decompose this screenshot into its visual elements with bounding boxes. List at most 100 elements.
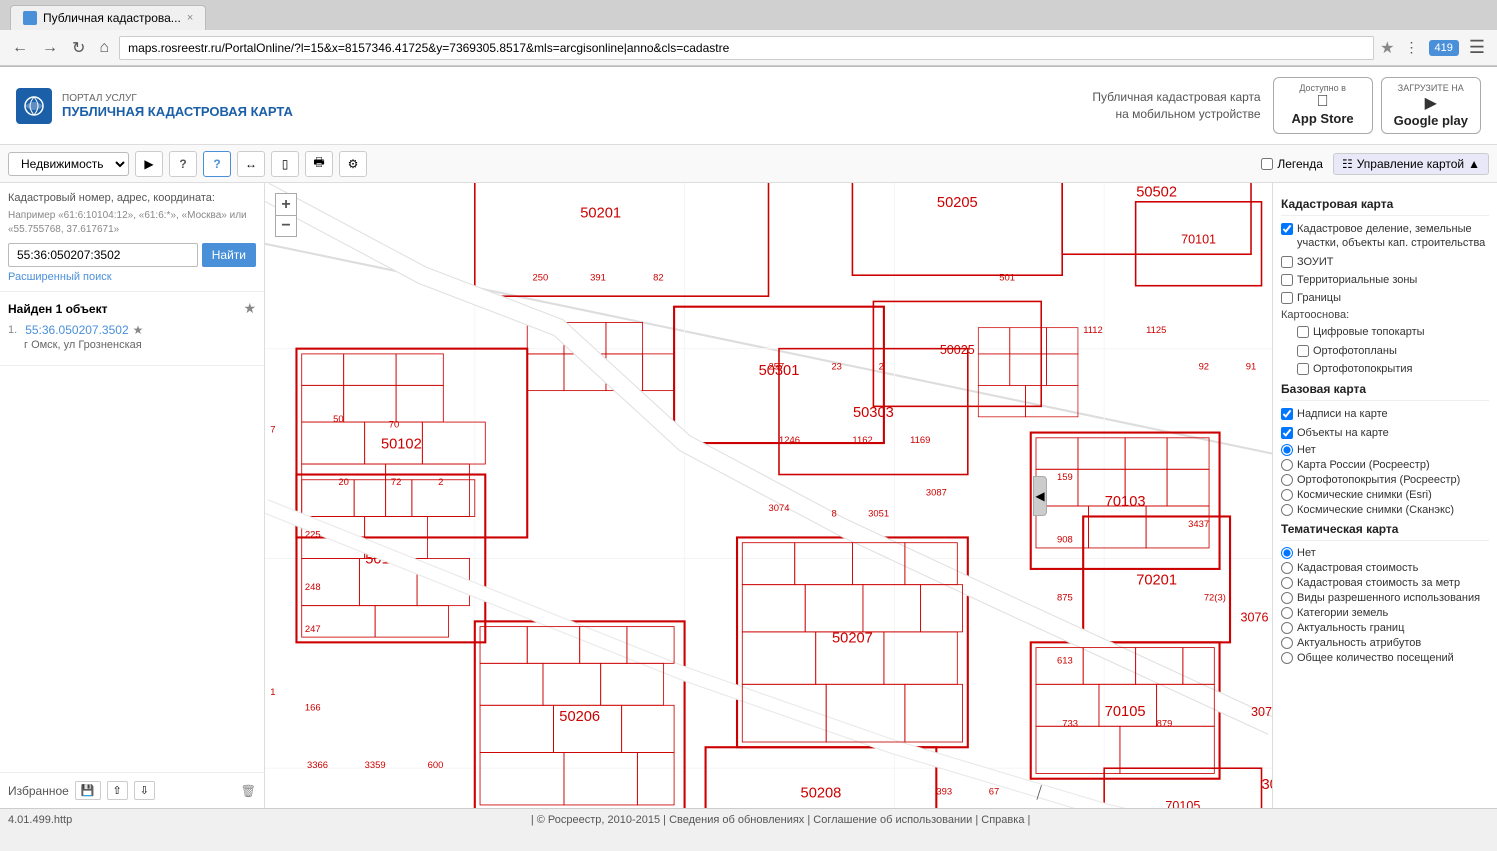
area-button[interactable]: ▯ <box>271 151 299 177</box>
zouit-label[interactable]: ЗОУИТ <box>1297 255 1333 269</box>
settings-button[interactable]: ⚙ <box>339 151 367 177</box>
bookmark-icon[interactable]: ★ <box>1380 38 1394 58</box>
svg-text:2: 2 <box>879 362 884 373</box>
forward-button[interactable]: → <box>38 37 62 59</box>
print-button[interactable]: 🖶 <box>305 151 333 177</box>
favorites-add-button[interactable]: 💾 <box>75 781 101 800</box>
menu-button[interactable]: ☰ <box>1465 35 1489 60</box>
legend-checkbox[interactable] <box>1261 158 1273 170</box>
map-objects-label[interactable]: Объекты на карте <box>1297 426 1389 440</box>
basemap-orthophoto-rosreestr-label[interactable]: Ортофотопокрытия (Росреестр) <box>1297 474 1460 486</box>
topo-maps-label[interactable]: Цифровые топокарты <box>1313 325 1425 339</box>
thematic-cadastral-value-radio[interactable] <box>1281 562 1293 574</box>
favorites-area: Избранное 💾 ⇧ ⇩ 🗑 <box>0 772 264 808</box>
thematic-border-currency-label[interactable]: Актуальность границ <box>1297 622 1404 634</box>
extension-badge[interactable]: 419 <box>1429 40 1459 56</box>
territorial-zones-checkbox[interactable] <box>1281 274 1293 286</box>
manage-map-button[interactable]: ☷ Управление картой ▲ <box>1333 153 1489 175</box>
thematic-land-category-label[interactable]: Категории земель <box>1297 607 1388 619</box>
active-tab[interactable]: Публичная кадастрова... × <box>10 5 206 30</box>
search-input[interactable] <box>8 243 198 267</box>
favorites-import-button[interactable]: ⇧ <box>107 781 128 800</box>
result-item: 1. 55:36.050207.3502 ★ г Омск, ул Грозне… <box>8 317 256 357</box>
map-area[interactable]: 50201 50205 50502 50102 50103 50301 50 <box>265 183 1272 808</box>
search-button[interactable]: Найти <box>202 243 256 267</box>
app-header: ПОРТАЛ УСЛУГ ПУБЛИЧНАЯ КАДАСТРОВАЯ КАРТА… <box>0 67 1497 145</box>
result-star-icon[interactable]: ★ <box>133 323 144 337</box>
basemap-orthophoto-rosreestr-radio[interactable] <box>1281 474 1293 486</box>
legend-button[interactable]: Легенда <box>1261 157 1323 171</box>
home-button[interactable]: ⌂ <box>95 37 113 59</box>
thematic-cadastral-value-sqm-radio[interactable] <box>1281 577 1293 589</box>
panel-collapse-handle[interactable]: ◀ <box>1033 476 1047 516</box>
basemap-satellite-esri-radio[interactable] <box>1281 489 1293 501</box>
fullscreen-button[interactable]: ⧸ <box>1037 785 1042 803</box>
logo-icon <box>16 88 52 124</box>
basemap-satellite-scanex-radio[interactable] <box>1281 504 1293 516</box>
thematic-permitted-use-label[interactable]: Виды разрешенного использования <box>1297 592 1480 604</box>
thematic-cadastral-value-label[interactable]: Кадастровая стоимость <box>1297 562 1418 574</box>
basemap-none-label[interactable]: Нет <box>1297 444 1316 456</box>
svg-text:248: 248 <box>305 582 321 593</box>
cursor-tool-button[interactable]: ▶ <box>135 151 163 177</box>
thematic-none-label[interactable]: Нет <box>1297 547 1316 559</box>
result-link[interactable]: 55:36.050207.3502 <box>25 323 128 337</box>
thematic-none-radio[interactable] <box>1281 547 1293 559</box>
favorites-export-button[interactable]: ⇩ <box>134 781 155 800</box>
thematic-attr-currency-label[interactable]: Актуальность атрибутов <box>1297 637 1421 649</box>
search-example: Например «61:6:10104:12», «61:6:*», «Мос… <box>8 209 256 237</box>
orthophoto-plans-checkbox[interactable] <box>1297 345 1309 357</box>
map-objects-checkbox[interactable] <box>1281 427 1293 439</box>
thematic-attr-currency-radio[interactable] <box>1281 637 1293 649</box>
object-type-dropdown[interactable]: Недвижимость <box>8 152 129 176</box>
appstore-badge[interactable]: Доступно в  App Store <box>1273 77 1373 134</box>
status-bar: 4.01.499.http | © Росреестр, 2010-2015 |… <box>0 808 1497 830</box>
svg-text:50207: 50207 <box>832 630 873 646</box>
extensions-icon[interactable]: ⋮ <box>1401 37 1423 58</box>
address-bar[interactable] <box>119 36 1374 60</box>
svg-text:92: 92 <box>1199 362 1210 373</box>
orthophoto-plans-label[interactable]: Ортофотопланы <box>1313 344 1397 358</box>
borders-label[interactable]: Границы <box>1297 291 1341 305</box>
basemap-satellite-scanex-label[interactable]: Космические снимки (Сканэкс) <box>1297 504 1454 516</box>
advanced-search-link[interactable]: Расширенный поиск <box>8 271 112 283</box>
cadastral-parcels-label[interactable]: Кадастровое деление, земельные участки, … <box>1297 222 1489 251</box>
orthophoto-coverage-checkbox[interactable] <box>1297 363 1309 375</box>
zoom-out-button[interactable]: − <box>275 215 297 237</box>
favorites-delete-icon[interactable]: 🗑 <box>241 784 256 798</box>
tab-close-button[interactable]: × <box>187 12 193 24</box>
browser-chrome: Публичная кадастрова... × ← → ↻ ⌂ ★ ⋮ 41… <box>0 0 1497 67</box>
back-button[interactable]: ← <box>8 37 32 59</box>
thematic-permitted-use-radio[interactable] <box>1281 592 1293 604</box>
svg-text:67: 67 <box>989 786 1000 797</box>
map-labels-label[interactable]: Надписи на карте <box>1297 407 1388 421</box>
results-star-icon[interactable]: ★ <box>243 300 256 317</box>
thematic-cadastral-value-sqm-label[interactable]: Кадастровая стоимость за метр <box>1297 577 1460 589</box>
googleplay-badge[interactable]: ЗАГРУЗИТЕ НА ▶ Google play <box>1381 77 1481 134</box>
thematic-visit-count-radio[interactable] <box>1281 652 1293 664</box>
info-button[interactable]: ? <box>169 151 197 177</box>
thematic-border-currency-radio[interactable] <box>1281 622 1293 634</box>
cadastral-parcels-checkbox[interactable] <box>1281 223 1293 235</box>
zouit-checkbox[interactable] <box>1281 256 1293 268</box>
reload-button[interactable]: ↻ <box>68 36 89 60</box>
topo-maps-checkbox[interactable] <box>1297 326 1309 338</box>
territorial-zones-label[interactable]: Территориальные зоны <box>1297 273 1417 287</box>
basemap-russia-radio[interactable] <box>1281 459 1293 471</box>
svg-text:50025: 50025 <box>940 343 975 357</box>
map-labels-checkbox[interactable] <box>1281 408 1293 420</box>
svg-text:3074: 3074 <box>769 503 790 514</box>
basemap-none-radio[interactable] <box>1281 444 1293 456</box>
measure-button[interactable]: ↔ <box>237 151 265 177</box>
thematic-visit-count-label[interactable]: Общее количество посещений <box>1297 652 1454 664</box>
basemap-russia-label[interactable]: Карта России (Росреестр) <box>1297 459 1430 471</box>
borders-checkbox[interactable] <box>1281 292 1293 304</box>
orthophoto-coverage-label[interactable]: Ортофотопокрытия <box>1313 362 1412 376</box>
basemap-satellite-esri-label[interactable]: Космические снимки (Esri) <box>1297 489 1432 501</box>
search-row: Найти <box>8 243 256 267</box>
section-cadastral-map-title: Кадастровая карта <box>1281 197 1489 216</box>
thematic-land-category-radio[interactable] <box>1281 607 1293 619</box>
svg-text:70: 70 <box>389 419 399 430</box>
info2-button[interactable]: ? <box>203 151 231 177</box>
zoom-in-button[interactable]: + <box>275 193 297 215</box>
